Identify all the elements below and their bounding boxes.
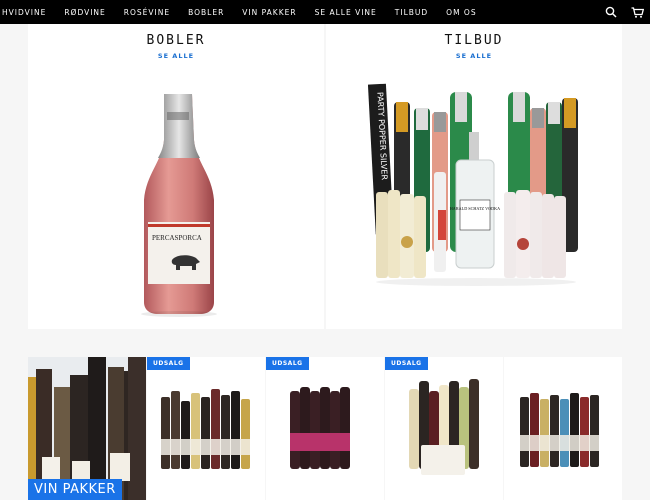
wine-pack-tile-2[interactable]: UDSALG: [266, 357, 384, 500]
see-all-link[interactable]: SE ALLE: [326, 52, 622, 60]
wine-pack-image: [409, 379, 479, 475]
nav-item-rosevine[interactable]: ROSÉVINE: [115, 8, 179, 17]
see-all-link[interactable]: SE ALLE: [28, 52, 324, 60]
vin-pakker-label[interactable]: VIN PAKKER: [28, 479, 122, 500]
wine-pack-tile-3[interactable]: UDSALG: [385, 357, 503, 500]
wine-pack-image: [161, 389, 250, 469]
nav-item-roedvine[interactable]: RØDVINE: [55, 8, 114, 17]
cart-icon[interactable]: [631, 6, 644, 18]
nav-item-om-os[interactable]: OM OS: [437, 8, 485, 17]
sale-badge: UDSALG: [266, 357, 309, 370]
nav-item-bobler[interactable]: BOBLER: [179, 8, 233, 17]
bottle-label-text: PERCASPORCA: [152, 234, 202, 242]
sparkling-rose-bottle[interactable]: PERCASPORCA: [134, 92, 224, 317]
tilbud-product-bundle[interactable]: PARTY POPPER SILVER HARALD SCHATZ VODKA: [368, 82, 588, 297]
wine-pack-image: [520, 393, 599, 467]
search-icon[interactable]: [605, 6, 617, 18]
sale-badge: UDSALG: [147, 357, 190, 370]
bobler-section: BOBLER SE ALLE PERCASPORCA: [28, 24, 324, 329]
nav-item-vin-pakker[interactable]: VIN PAKKER: [233, 8, 305, 17]
section-title: TILBUD: [444, 33, 504, 48]
wine-pack-image: [290, 387, 350, 469]
vodka-label: HARALD SCHATZ VODKA: [450, 206, 500, 211]
section-title: BOBLER: [146, 33, 206, 48]
nav-item-tilbud[interactable]: TILBUD: [386, 8, 437, 17]
sale-badge: UDSALG: [385, 357, 428, 370]
top-navigation: HVIDVINE RØDVINE ROSÉVINE BOBLER VIN PAK…: [0, 0, 650, 24]
nav-item-hvidvine[interactable]: HVIDVINE: [0, 8, 55, 17]
tilbud-section: TILBUD SE ALLE PARTY POPPER SILVER HARAL…: [326, 24, 622, 329]
wine-pack-tile-1[interactable]: UDSALG: [147, 357, 265, 500]
nav-menu: HVIDVINE RØDVINE ROSÉVINE BOBLER VIN PAK…: [0, 0, 486, 24]
nav-item-se-alle-vine[interactable]: SE ALLE VINE: [306, 8, 386, 17]
wine-pack-tile-4[interactable]: [504, 357, 622, 500]
